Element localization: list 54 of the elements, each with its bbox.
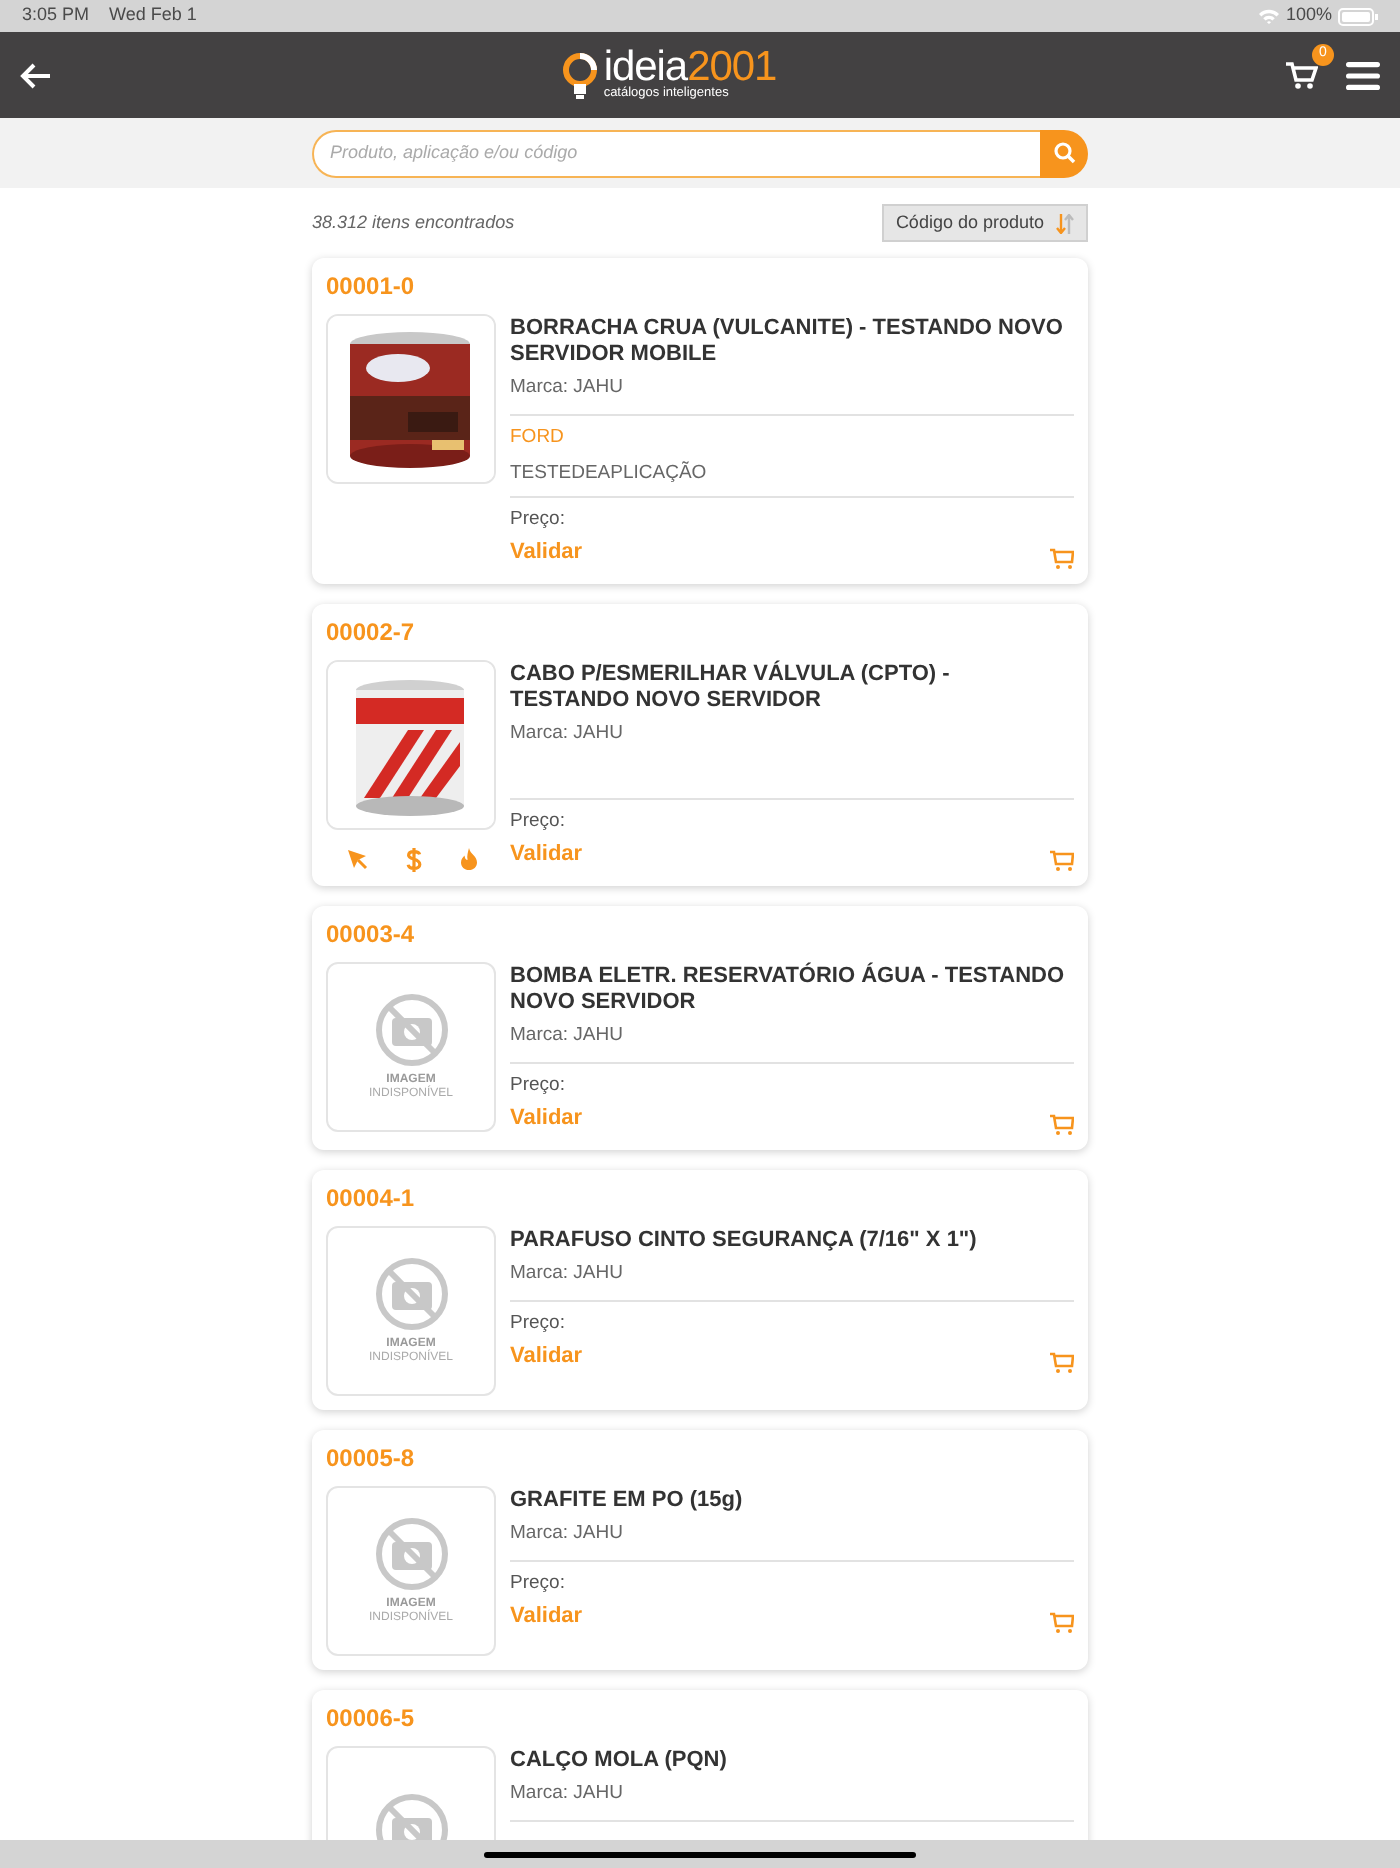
- price-label: Preço:: [510, 1309, 567, 1338]
- price-label: Preço:: [510, 807, 567, 836]
- product-title: BOMBA ELETR. RESERVATÓRIO ÁGUA - TESTANDO NOVO SERVIDOR: [510, 963, 1067, 1015]
- product-title: CABO P/ESMERILHAR VÁLVULA (CPTO) - TESTANDO NOVO SERVIDOR: [510, 661, 952, 713]
- no-camera-icon: [373, 991, 449, 1067]
- product-code: 00003-4: [326, 919, 417, 947]
- product-card[interactable]: 00002-7 CABO P/ESMERILHAR VÁLVULA (CPTO) - TESTANDO NOVO SERVIDOR Marca: JAHU Preço: Validar: [312, 603, 1088, 885]
- battery-percent: 100%: [1285, 2, 1332, 29]
- application-text: TESTEDEAPLICAÇÃO: [510, 459, 709, 487]
- product-title: BORRACHA CRUA (VULCANITE) - TESTANDO NOVO SERVIDOR MOBILE: [510, 316, 1065, 368]
- price-label: Preço:: [510, 1569, 567, 1598]
- brand-label: Marca: JAHU: [510, 1259, 625, 1287]
- search-icon: [1053, 142, 1075, 164]
- sort-button[interactable]: Código do produto: [881, 204, 1088, 242]
- product-code: 00002-7: [326, 617, 417, 645]
- back-arrow-icon[interactable]: [20, 61, 52, 89]
- flame-icon: [459, 848, 477, 870]
- brand-label: Marca: JAHU: [510, 374, 625, 402]
- no-camera-icon: [373, 1515, 449, 1591]
- add-to-cart-icon[interactable]: [1050, 1113, 1074, 1135]
- add-to-cart-icon[interactable]: [1050, 1611, 1074, 1633]
- wifi-icon: [1257, 8, 1280, 24]
- brand-label: Marca: JAHU: [510, 1519, 625, 1547]
- product-title: CALÇO MOLA (PQN): [510, 1747, 729, 1773]
- search-button[interactable]: [1040, 129, 1088, 177]
- brand-label: Marca: JAHU: [510, 1021, 625, 1049]
- product-code: 00005-8: [326, 1443, 417, 1471]
- home-indicator[interactable]: [484, 1851, 916, 1857]
- sort-arrows-icon: [1056, 213, 1074, 233]
- product-code: 00006-5: [326, 1703, 417, 1731]
- product-card[interactable]: 00001-0 BORRACHA CRUA (VULCANITE) - TESTANDO NOVO SERVIDOR MOBILE Marca: JAHU FORD TESTEDEAPLICAÇÃO Preço: Validar: [312, 258, 1088, 583]
- product-code: 00001-0: [326, 272, 417, 300]
- product-title: GRAFITE EM PO (15g): [510, 1487, 745, 1513]
- brand-label: Marca: JAHU: [510, 719, 625, 747]
- results-count: 38.312 itens encontrados: [312, 209, 515, 236]
- status-time: 3:05 PM: [22, 2, 90, 29]
- add-to-cart-icon[interactable]: [1050, 849, 1074, 871]
- product-card[interactable]: 00006-5 CALÇO MOLA (PQN) Marca: JAHU: [312, 1689, 1088, 1840]
- brand-label: Marca: JAHU: [510, 1779, 625, 1807]
- search-field[interactable]: Produto, aplicação e/ou código: [312, 129, 1040, 177]
- status-date: Wed Feb 1: [109, 2, 197, 29]
- application-maker: FORD: [510, 424, 566, 453]
- price-label: Preço:: [510, 505, 567, 534]
- add-to-cart-icon[interactable]: [1050, 547, 1074, 569]
- dollar-icon: [405, 847, 421, 871]
- lightbulb-logo-icon: [561, 51, 598, 99]
- no-camera-icon: [373, 1255, 449, 1331]
- cart-icon[interactable]: [1286, 61, 1318, 89]
- product-title: PARAFUSO CINTO SEGURANÇA (7/16" X 1"): [510, 1227, 979, 1253]
- battery-icon: [1338, 7, 1378, 25]
- price-label: Preço:: [510, 1071, 567, 1100]
- add-to-cart-icon[interactable]: [1050, 1351, 1074, 1373]
- product-code: 00004-1: [326, 1183, 417, 1211]
- menu-icon[interactable]: [1346, 61, 1380, 89]
